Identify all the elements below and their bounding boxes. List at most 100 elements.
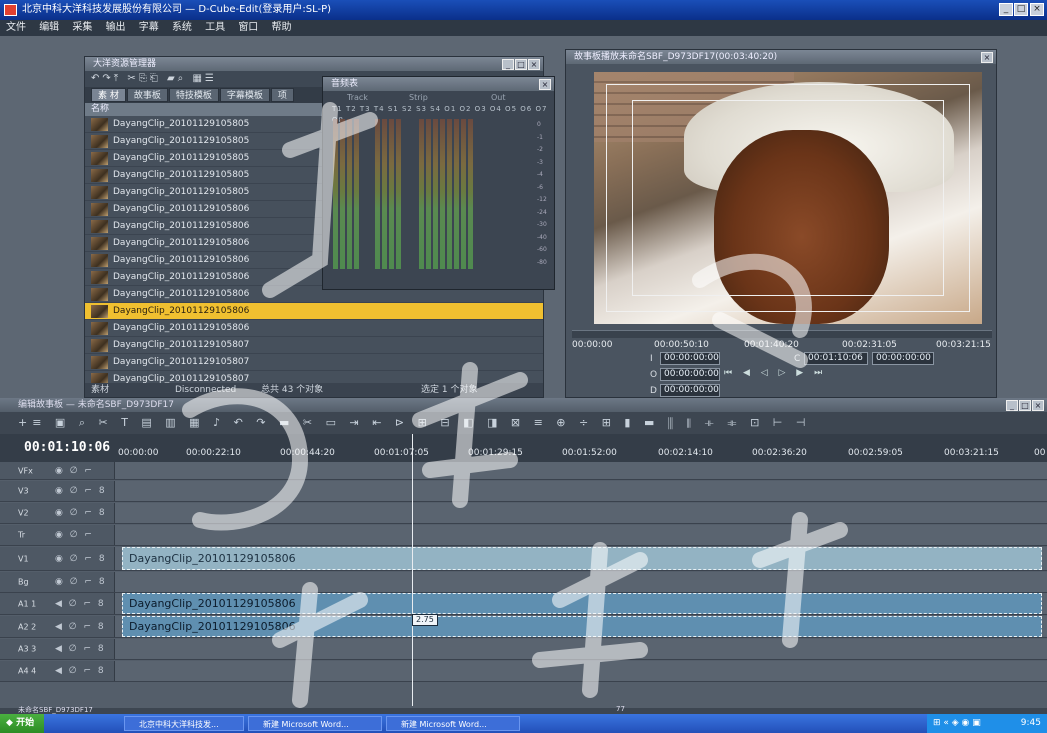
timeline-clip[interactable]: DayangClip_20101129105806 [122, 547, 1042, 570]
track-header[interactable]: A1 1 ◀ ∅ ⌐ 8 [0, 593, 115, 614]
player-titlebar[interactable]: 故事板播放未命名SBF_D973DF17(00:03:40:20) × [566, 50, 996, 64]
track-row[interactable]: A1 1 ◀ ∅ ⌐ 8 DayangClip_20101129105806 [0, 593, 1047, 615]
playhead[interactable] [412, 434, 413, 706]
start-button[interactable]: ◆ 开始 [0, 714, 44, 733]
taskbar-item-word-1[interactable]: 新建 Microsoft Word... [248, 716, 382, 731]
menu-output[interactable]: 输出 [106, 22, 126, 33]
clip-list-item[interactable]: DayangClip_20101129105807 [85, 337, 543, 354]
track-header[interactable]: A4 4 ◀ ∅ ⌐ 8 [0, 661, 115, 681]
menu-edit[interactable]: 编辑 [39, 22, 59, 33]
track-row[interactable]: V3 ◉ ∅ ⌐ 8 [0, 481, 1047, 502]
grid-view-icon[interactable]: ▦ [192, 73, 204, 84]
menu-system[interactable]: 系统 [172, 22, 192, 33]
tc-out-field[interactable]: 00:00:00:00 [660, 368, 720, 381]
track-control-icons[interactable]: ◀ ∅ ⌐ 8 [55, 622, 106, 632]
tab-effect-templates[interactable]: 特技模板 [168, 88, 219, 102]
tc-dur-field[interactable]: 00:00:00:00 [660, 384, 720, 397]
track-control-icons[interactable]: ◉ ∅ ⌐ 8 [55, 486, 107, 496]
menu-help[interactable]: 帮助 [272, 22, 292, 33]
track-control-icons[interactable]: ◉ ∅ ⌐ 8 [55, 554, 107, 564]
track-row[interactable]: A4 4 ◀ ∅ ⌐ 8 [0, 661, 1047, 682]
restore-icon[interactable]: □ [515, 59, 527, 70]
minimize-icon[interactable]: _ [502, 59, 514, 70]
meter-bar [382, 119, 387, 269]
close-icon[interactable]: × [981, 52, 993, 63]
track-header[interactable]: Tr ◉ ∅ ⌐ [0, 525, 115, 545]
editor-status-num: 77 [616, 705, 625, 713]
track-header[interactable]: V1 ◉ ∅ ⌐ 8 [0, 547, 115, 570]
track-control-icons[interactable]: ◀ ∅ ⌐ 8 [55, 644, 106, 654]
undo-icon[interactable]: ↶ [91, 73, 102, 84]
track-name: V1 [18, 554, 29, 563]
menu-subtitle[interactable]: 字幕 [139, 22, 159, 33]
track-row[interactable]: Bg ◉ ∅ ⌐ 8 [0, 572, 1047, 593]
track-header[interactable]: Bg ◉ ∅ ⌐ 8 [0, 572, 115, 592]
track-control-icons[interactable]: ◉ ∅ ⌐ [55, 466, 94, 476]
menu-capture[interactable]: 采集 [72, 22, 92, 33]
minimize-button[interactable]: _ [999, 3, 1013, 16]
copy-icon[interactable]: ⎘ [139, 73, 150, 84]
track-row[interactable]: Tr ◉ ∅ ⌐ [0, 525, 1047, 546]
cut-icon[interactable]: ✂ [127, 73, 138, 84]
close-icon[interactable]: × [1032, 400, 1044, 411]
audio-meter-titlebar[interactable]: 音频表 × [323, 77, 554, 91]
tab-storyboard[interactable]: 故事板 [126, 88, 168, 102]
tab-subtitle-templates[interactable]: 字幕模板 [219, 88, 270, 102]
track-row[interactable]: A2 2 ◀ ∅ ⌐ 8 DayangClip_20101129105806 [0, 616, 1047, 638]
clip-list-item[interactable]: DayangClip_20101129105806 [85, 303, 543, 320]
timeline-clip[interactable]: DayangClip_20101129105806 [122, 616, 1042, 637]
transport-controls[interactable]: ⏮ ◀ ◁ ▷ ▶ ⏭ [724, 368, 924, 381]
upload-icon[interactable]: ⤒ [114, 73, 121, 84]
clip-list-item[interactable]: DayangClip_20101129105806 [85, 320, 543, 337]
list-view-icon[interactable]: ☰ [205, 73, 217, 84]
editor-toolbar[interactable]: +≡ ▣ ⌕ ✂ T ▤ ▥ ▦ ♪ ↶ ↷ ▬ ✂ ▭ ⇥ ⇤ ⊳ ⊞ ⊟ ◧… [0, 412, 1047, 434]
taskbar-item-dcube[interactable]: 北京中科大洋科技发... [124, 716, 244, 731]
track-row[interactable]: V2 ◉ ∅ ⌐ 8 [0, 503, 1047, 524]
tc-in-field[interactable]: 00:00:00:00 [660, 352, 720, 365]
ruler-tick-label: 00 [1034, 448, 1046, 458]
track-control-icons[interactable]: ◉ ∅ ⌐ [55, 530, 94, 540]
minimize-icon[interactable]: _ [1006, 400, 1018, 411]
close-icon[interactable]: × [528, 59, 540, 70]
restore-icon[interactable]: □ [1019, 400, 1031, 411]
track-header[interactable]: V3 ◉ ∅ ⌐ 8 [0, 481, 115, 501]
track-row[interactable]: V1 ◉ ∅ ⌐ 8 DayangClip_20101129105806 [0, 547, 1047, 571]
menu-window[interactable]: 窗口 [238, 22, 258, 33]
track-header[interactable]: V2 ◉ ∅ ⌐ 8 [0, 503, 115, 523]
editor-titlebar[interactable]: 编辑故事板 — 未命名SBF_D973DF17 _ □ × [0, 398, 1047, 412]
track-header[interactable]: A3 3 ◀ ∅ ⌐ 8 [0, 639, 115, 659]
scrub-bar[interactable]: 00:00:00 00:00:50:10 00:01:40:20 00:02:3… [572, 330, 992, 350]
tab-clips[interactable]: 素 材 [91, 88, 126, 102]
maximize-button[interactable]: □ [1014, 3, 1028, 16]
tray-icons[interactable]: ⊞ « ◈ ◉ ▣ [933, 718, 981, 728]
track-row[interactable]: A3 3 ◀ ∅ ⌐ 8 [0, 639, 1047, 660]
video-preview[interactable] [594, 72, 982, 324]
timeline-clip[interactable]: DayangClip_20101129105806 [122, 593, 1042, 614]
meter-bar [389, 119, 394, 269]
track-header[interactable]: VFx ◉ ∅ ⌐ [0, 462, 115, 479]
tc-extra-field[interactable]: 00:00:00:00 [872, 352, 934, 365]
track-row[interactable]: VFx ◉ ∅ ⌐ [0, 462, 1047, 480]
close-button[interactable]: × [1030, 3, 1044, 16]
track-control-icons[interactable]: ◀ ∅ ⌐ 8 [55, 599, 106, 609]
menu-tools[interactable]: 工具 [205, 22, 225, 33]
close-icon[interactable]: × [539, 79, 551, 90]
clip-list-item[interactable]: DayangClip_20101129105807 [85, 354, 543, 371]
scrub-track[interactable] [572, 330, 992, 338]
resource-manager-titlebar[interactable]: 大洋资源管理器 _ □ × [85, 57, 543, 71]
search-icon[interactable]: ⌕ [178, 73, 187, 84]
redo-icon[interactable]: ↷ [102, 73, 113, 84]
timeline-ruler[interactable]: 00:01:10:06 00:00:00 00:00:22:10 00:00:44:… [0, 434, 1047, 462]
tab-project[interactable]: 项 [270, 88, 294, 102]
track-control-icons[interactable]: ◀ ∅ ⌐ 8 [55, 666, 106, 676]
paste-icon[interactable]: ⎗ [150, 73, 161, 84]
menu-file[interactable]: 文件 [6, 22, 26, 33]
folder-icon[interactable]: ▰ [167, 73, 178, 84]
track-header[interactable]: A2 2 ◀ ∅ ⌐ 8 [0, 616, 115, 637]
taskbar-item-word-2[interactable]: 新建 Microsoft Word... [386, 716, 520, 731]
clip-thumbnail [91, 152, 108, 165]
track-control-icons[interactable]: ◉ ∅ ⌐ 8 [55, 508, 107, 518]
scrub-time-2: 00:01:40:20 [744, 340, 799, 350]
tc-current-field[interactable]: 00:01:10:06 [804, 352, 868, 365]
track-control-icons[interactable]: ◉ ∅ ⌐ 8 [55, 577, 107, 587]
